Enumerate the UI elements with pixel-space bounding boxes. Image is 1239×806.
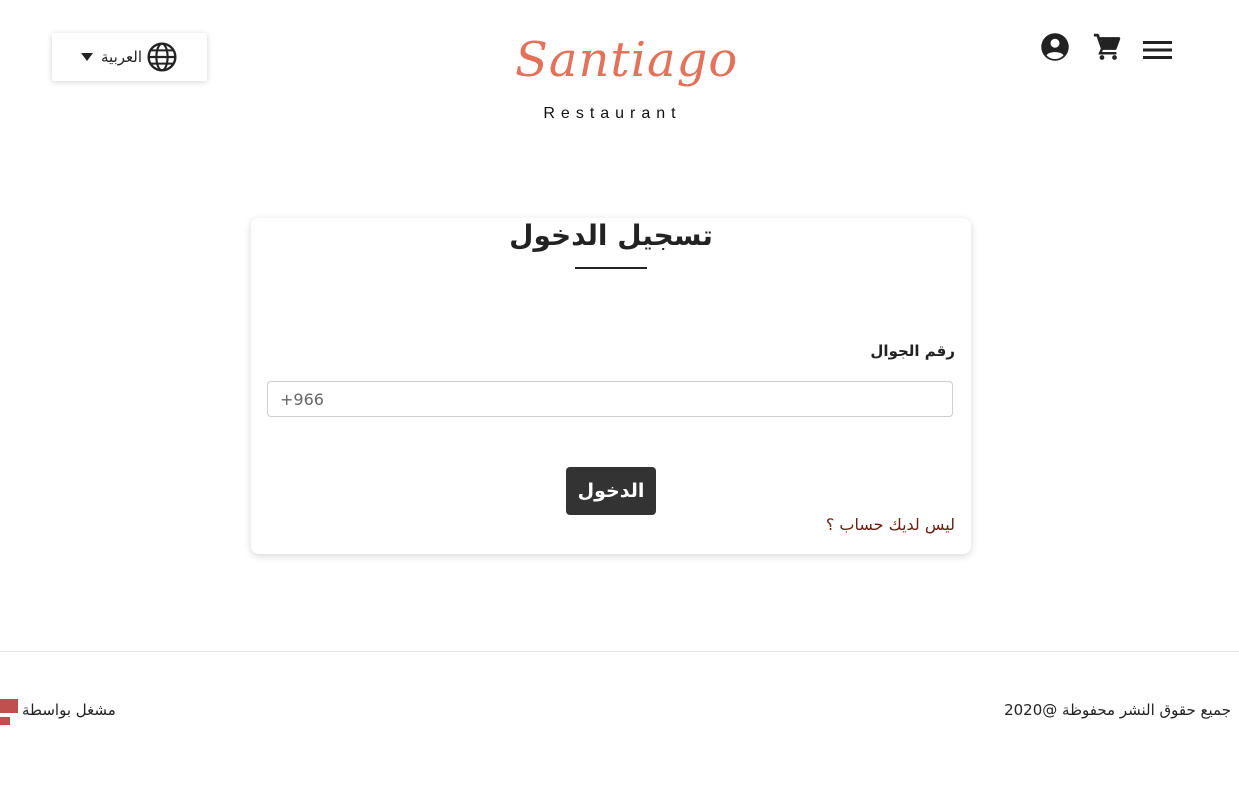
powered-by-text: مشغل بواسطة xyxy=(22,701,116,719)
hamburger-menu-icon[interactable] xyxy=(1143,38,1172,62)
shopping-cart-icon[interactable] xyxy=(1092,32,1122,62)
register-link[interactable]: ليس لديك حساب ؟ xyxy=(826,515,955,534)
phone-label: رقم الجوال xyxy=(870,342,955,360)
title-underline xyxy=(575,267,647,269)
site-header: العربية Santiago Restaurant xyxy=(0,0,1239,150)
login-title: تسجيل الدخول xyxy=(509,219,713,252)
powered-by-logo[interactable] xyxy=(0,699,18,725)
language-label: العربية xyxy=(101,48,142,66)
login-card: تسجيل الدخول رقم الجوال الدخول ليس لديك … xyxy=(251,218,971,554)
language-selector[interactable]: العربية xyxy=(52,33,207,81)
copyright-text: جميع حقوق النشر محفوظة @2020 xyxy=(1004,701,1231,719)
globe-icon xyxy=(146,41,178,73)
restaurant-logo[interactable]: Santiago Restaurant xyxy=(515,25,739,130)
logo-script: Santiago xyxy=(515,32,739,88)
account-circle-icon[interactable] xyxy=(1040,32,1070,62)
footer-divider xyxy=(0,651,1239,652)
logo-subtitle: Restaurant xyxy=(543,105,682,122)
login-button[interactable]: الدخول xyxy=(566,467,656,515)
phone-input[interactable] xyxy=(267,381,953,417)
caret-down-icon xyxy=(81,53,93,61)
